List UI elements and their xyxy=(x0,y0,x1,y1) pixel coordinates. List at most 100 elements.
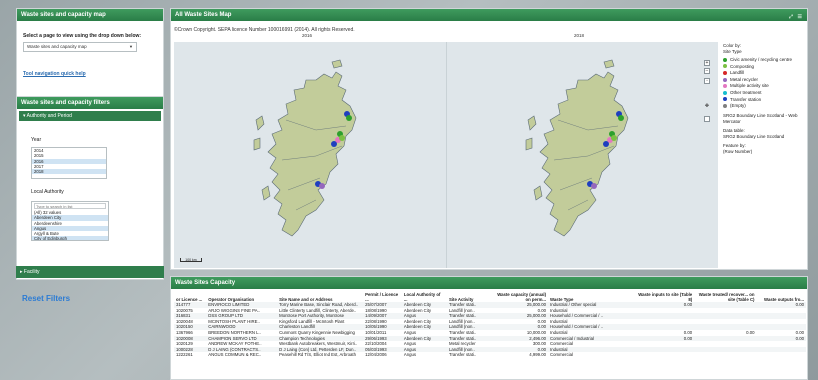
capacity-table: or Licence ... Operator Organisation Site … xyxy=(174,292,806,358)
scale-bar: 100 km xyxy=(180,258,202,262)
panel-title: Waste sites and capacity map xyxy=(17,9,163,21)
legend-item[interactable]: Landfill xyxy=(723,70,807,77)
year-option[interactable]: 2018 xyxy=(32,169,106,175)
legend-item[interactable]: Composting xyxy=(723,64,807,71)
authority-search-input[interactable] xyxy=(34,203,106,209)
table-cell: Transfer stati.. xyxy=(448,352,477,358)
legend-color-dot xyxy=(723,90,727,95)
island-group xyxy=(253,115,271,201)
column-header[interactable]: Waste Type xyxy=(548,292,634,302)
site-marker xyxy=(346,115,352,121)
table-cell: Peasehill Rd T/S, Elliot Ind Est, Arbroa… xyxy=(279,352,356,358)
site-marker xyxy=(331,141,337,147)
reset-filters-button[interactable]: Reset Filters xyxy=(22,294,70,303)
table-row[interactable]: 1222261 ANGUS COMMUN & REC.. Peasehill Rd … xyxy=(174,352,806,358)
pan-icon[interactable]: ✥ xyxy=(704,104,710,110)
legend-item-label: Civic amenity / recycling centre xyxy=(730,57,793,62)
island-group xyxy=(525,115,543,201)
page-select-dropdown[interactable]: Waste sites and capacity map ▼ xyxy=(23,42,137,52)
orkney xyxy=(603,59,615,69)
column-header[interactable]: Site Name and or Address xyxy=(277,292,363,302)
year-listbox[interactable]: 2014 2015 2016 2017 2018 xyxy=(31,147,107,179)
legend-item-label: Composting xyxy=(730,63,755,69)
map-canvas[interactable]: 2016 2018 100 km + − ◦ ✥ xyxy=(174,33,718,268)
filters-panel: Waste sites and capacity filters ▾ Autho… xyxy=(16,96,164,280)
chevron-down-icon: ▼ xyxy=(129,44,133,49)
table-body: 314777 ENVIROCO LIMITED Torry Marine Base,… xyxy=(174,302,806,358)
fit-icon[interactable]: ◦ xyxy=(704,78,710,84)
facility-section[interactable]: ▸ Facility xyxy=(16,266,164,278)
section-label: Facility xyxy=(23,269,40,275)
orkney xyxy=(331,59,343,69)
legend-item-label: Metal recycler xyxy=(730,76,759,82)
column-header[interactable]: Site Activity xyxy=(447,292,490,302)
legend-color-dot xyxy=(723,71,727,75)
table-header-row: or Licence ... Operator Organisation Site … xyxy=(174,292,806,302)
map-legend: Color by: Site Type Civic amenity / recy… xyxy=(723,43,807,155)
legend-item-label: Other treatment xyxy=(730,89,762,95)
capacity-table-panel: Waste Sites Capacity or Licence ... Opera… xyxy=(170,276,808,380)
help-link[interactable]: Tool navigation quick help xyxy=(23,71,86,77)
authority-listbox[interactable]: (All) 32 valuesAberdeen CityAberdeenshir… xyxy=(31,201,109,241)
legend-item[interactable]: Multiple activity site xyxy=(723,83,807,90)
authority-period-section[interactable]: ▾ Authority and Period xyxy=(19,111,161,121)
select-icon[interactable] xyxy=(704,116,710,122)
menu-icon[interactable]: ☰ xyxy=(798,11,802,23)
scotland-landmass xyxy=(267,71,357,237)
dropdown-value: Waste sites and capacity map xyxy=(27,44,87,49)
table-cell: 1222261 xyxy=(176,352,193,358)
legend-site-type: Site Type xyxy=(723,49,742,54)
section-label: Authority and Period xyxy=(26,113,72,119)
column-header[interactable]: Operator Organisation xyxy=(206,292,277,302)
legend-color-dot xyxy=(723,57,727,62)
column-header[interactable]: Waste inputs to site (Table 8) xyxy=(634,292,694,302)
legend-data-table-value: SRG2 Boundary Line Scotland xyxy=(723,133,785,139)
site-marker xyxy=(611,135,617,141)
page-select-instruction: Select a page to view using the drop dow… xyxy=(23,33,142,39)
table-cell xyxy=(757,352,807,358)
site-marker xyxy=(603,141,609,147)
table-cell: Commercial xyxy=(550,352,573,358)
column-header[interactable]: or Licence ... xyxy=(174,292,206,302)
table-cell: 12/04/2006 xyxy=(365,352,387,358)
site-marker xyxy=(319,183,325,189)
column-header[interactable]: Waste treated/ recover... on site (Table… xyxy=(694,292,756,302)
table-cell: Angus xyxy=(403,352,417,358)
page-select-panel: Waste sites and capacity map Select a pa… xyxy=(16,8,164,98)
map-2016 xyxy=(253,59,357,237)
site-marker xyxy=(618,115,624,121)
zoom-in-icon[interactable]: + xyxy=(704,60,710,66)
legend-color-dot xyxy=(723,103,727,108)
legend-item[interactable]: (Empty) xyxy=(723,103,807,110)
legend-color-dot xyxy=(723,84,727,89)
maximize-icon[interactable]: ⤢ xyxy=(789,11,793,23)
table-cell: ANGUS COMMUN & REC.. xyxy=(208,352,262,358)
site-marker xyxy=(339,135,345,141)
authority-option[interactable]: City of Edinburgh xyxy=(32,236,108,240)
legend-feature-by-value: (Row Number) xyxy=(723,148,753,154)
map-title-right: 2018 xyxy=(574,33,585,38)
table-cell xyxy=(634,352,694,358)
legend-color-dot xyxy=(723,77,727,82)
legend-item[interactable]: Metal recycler xyxy=(723,77,807,84)
panel-title: Waste sites and capacity filters xyxy=(17,97,163,109)
zoom-out-icon[interactable]: − xyxy=(704,68,710,74)
table-cell: 4,999.00 xyxy=(529,352,546,358)
panel-title: All Waste Sites Map xyxy=(175,12,232,18)
table-cell: Torry Marine Base, Sinclair Road, Aberd.… xyxy=(277,302,364,308)
legend-item-label: (Empty) xyxy=(730,103,746,109)
column-header[interactable]: Waste capacity (annual) on perm... xyxy=(490,292,548,302)
legend-color-dot xyxy=(723,64,727,69)
column-header[interactable]: Local Authority of ... xyxy=(402,292,447,302)
map-divider xyxy=(446,42,447,268)
map-2018 xyxy=(525,59,629,237)
map-panel-header: All Waste Sites Map ⤢ ☰ xyxy=(171,9,807,21)
legend-item[interactable]: Civic amenity / recycling centre xyxy=(723,57,807,64)
column-header[interactable]: Permit / Licence ... xyxy=(363,292,402,302)
panel-title: Waste Sites Capacity xyxy=(171,277,807,289)
column-header[interactable]: Waste outputs fro... xyxy=(757,292,807,302)
legend-item[interactable]: Transfer station xyxy=(723,97,807,104)
legend-item[interactable]: Other treatment xyxy=(723,90,807,97)
table-cell xyxy=(694,352,756,358)
map-panel: All Waste Sites Map ⤢ ☰ ©Crown Copyright… xyxy=(170,8,808,270)
